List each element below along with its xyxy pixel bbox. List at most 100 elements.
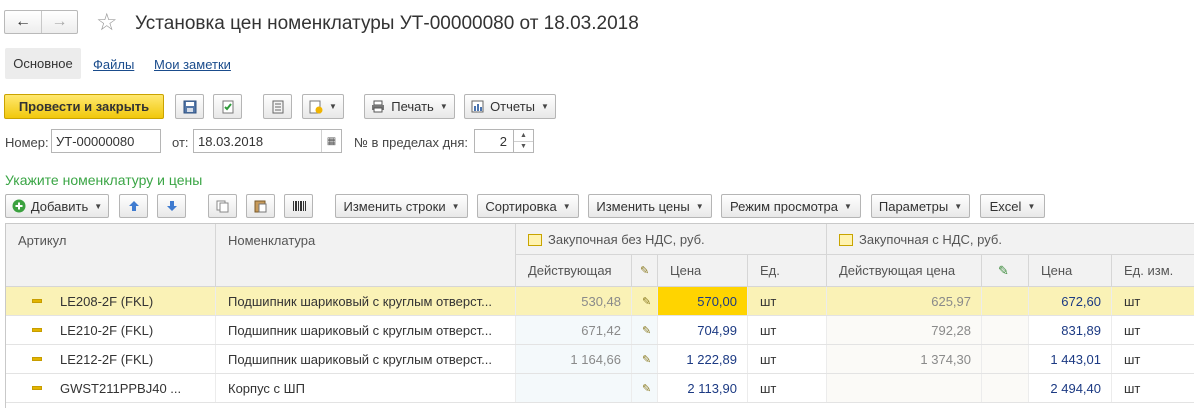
unit-cell[interactable]: шт [748, 316, 827, 344]
forward-button[interactable]: → [41, 11, 77, 33]
edit-mark-cell [982, 287, 1029, 315]
tab-main[interactable]: Основное [5, 48, 81, 79]
column-header-g1-price[interactable]: Цена [658, 255, 748, 287]
excel-button[interactable]: Excel ▼ [980, 194, 1045, 218]
price-cell[interactable]: 2 113,90 [658, 374, 748, 402]
column-header-nomenclature[interactable]: Номенклатура [216, 224, 516, 287]
current-price-vat-cell: 625,97 [827, 287, 982, 315]
current-price-cell: 1 164,66 [516, 345, 632, 373]
column-header-g2-price[interactable]: Цена [1029, 255, 1112, 287]
chevron-down-icon: ▼ [1027, 201, 1036, 211]
current-price-cell: 530,48 [516, 287, 632, 315]
nomenclature-cell[interactable]: Подшипник шариковый с круглым отверст... [216, 316, 516, 344]
nomenclature-cell[interactable]: Подшипник шариковый с круглым отверст... [216, 287, 516, 315]
table-row[interactable]: LE210-2F (FKL) Подшипник шариковый с кру… [6, 316, 1194, 345]
parameters-button[interactable]: Параметры ▼ [871, 194, 970, 218]
view-mode-label: Режим просмотра [730, 198, 839, 214]
column-header-g1-current[interactable]: Действующая [516, 255, 632, 287]
chevron-down-icon: ▼ [844, 201, 852, 211]
list-view-button[interactable] [263, 94, 292, 119]
number-field[interactable]: УТ-00000080 [51, 129, 161, 153]
back-button[interactable]: ← [5, 11, 41, 33]
price-vat-cell[interactable]: 1 443,01 [1029, 345, 1112, 373]
stepper-up-icon[interactable]: ▲ [514, 130, 533, 141]
date-field[interactable]: 18.03.2018 ▦ [193, 129, 342, 153]
page-title: Установка цен номенклатуры УТ-00000080 о… [135, 13, 639, 34]
add-button[interactable]: Добавить ▼ [5, 194, 109, 218]
column-header-g1-unit[interactable]: Ед. [748, 255, 827, 287]
day-index-stepper[interactable]: ▲ ▼ [514, 129, 534, 153]
change-rows-button[interactable]: Изменить строки ▼ [335, 194, 468, 218]
pencil-icon: ✎ [642, 324, 652, 337]
column-group-purchase-no-vat: Закупочная без НДС, руб. [516, 224, 827, 255]
parameters-label: Параметры [878, 198, 949, 214]
stepper-down-icon[interactable]: ▼ [514, 140, 533, 153]
post-button[interactable] [213, 94, 242, 119]
unit-cell[interactable]: шт [748, 287, 827, 315]
column-header-g2-unit[interactable]: Ед. изм. [1112, 255, 1194, 287]
column-header-g2-current[interactable]: Действующая цена [827, 255, 982, 287]
unit-cell[interactable]: шт [1112, 316, 1194, 344]
pencil-icon: ✎ [642, 382, 652, 395]
price-cell[interactable]: 570,00 [658, 287, 748, 315]
barcode-button[interactable] [284, 194, 313, 218]
current-price-vat-cell [827, 374, 982, 402]
unit-cell[interactable]: шт [748, 374, 827, 402]
create-based-on-button[interactable]: ▼ [302, 94, 344, 119]
copy-icon [216, 200, 229, 212]
edit-mark-cell: ✎ [632, 345, 658, 373]
post-and-close-button[interactable]: Провести и закрыть [4, 94, 164, 119]
date-value: 18.03.2018 [198, 133, 264, 149]
article-cell[interactable]: LE212-2F (FKL) [6, 345, 216, 373]
price-vat-cell[interactable]: 672,60 [1029, 287, 1112, 315]
save-button[interactable] [175, 94, 204, 119]
article-cell[interactable]: LE208-2F (FKL) [6, 287, 216, 315]
nomenclature-cell[interactable]: Корпус с ШП [216, 374, 516, 402]
tab-notes[interactable]: Мои заметки [154, 57, 231, 72]
view-mode-button[interactable]: Режим просмотра ▼ [721, 194, 861, 218]
sorting-button[interactable]: Сортировка ▼ [477, 194, 579, 218]
calendar-icon[interactable]: ▦ [321, 130, 341, 152]
edit-mark-cell [982, 316, 1029, 344]
price-vat-cell[interactable]: 2 494,40 [1029, 374, 1112, 402]
move-up-button[interactable] [119, 194, 148, 218]
price-cell[interactable]: 704,99 [658, 316, 748, 344]
table-row[interactable]: GWST211PPBJ40 ... Корпус с ШП ✎ 2 113,90… [6, 374, 1194, 403]
chevron-down-icon: ▼ [329, 102, 337, 111]
favorite-star-icon[interactable]: ☆ [96, 10, 118, 36]
chevron-down-icon: ▼ [451, 201, 460, 211]
reports-label: Отчеты [490, 99, 535, 114]
navigation-buttons: ← → [4, 10, 78, 34]
article-cell[interactable]: LE210-2F (FKL) [6, 316, 216, 344]
change-prices-button[interactable]: Изменить цены ▼ [588, 194, 712, 218]
row-marker-icon [32, 386, 42, 390]
column-header-g1-edit: ✎ [632, 255, 658, 287]
price-cell[interactable]: 1 222,89 [658, 345, 748, 373]
table-row[interactable]: LE212-2F (FKL) Подшипник шариковый с кру… [6, 345, 1194, 374]
tab-files[interactable]: Файлы [93, 57, 134, 72]
chevron-down-icon: ▼ [695, 201, 704, 211]
row-marker-icon [32, 357, 42, 361]
unit-cell[interactable]: шт [1112, 345, 1194, 373]
print-button[interactable]: Печать ▼ [364, 94, 455, 119]
price-vat-cell[interactable]: 831,89 [1029, 316, 1112, 344]
edit-mark-cell: ✎ [632, 316, 658, 344]
section-title: Укажите номенклатуру и цены [5, 172, 203, 188]
unit-cell[interactable]: шт [1112, 287, 1194, 315]
article-cell[interactable]: GWST211PPBJ40 ... [6, 374, 216, 402]
copy-button[interactable] [208, 194, 237, 218]
pencil-icon: ✎ [642, 353, 652, 366]
unit-cell[interactable]: шт [748, 345, 827, 373]
nomenclature-cell[interactable]: Подшипник шариковый с круглым отверст... [216, 345, 516, 373]
unit-cell[interactable]: шт [1112, 374, 1194, 402]
move-down-button[interactable] [157, 194, 186, 218]
reports-button[interactable]: Отчеты ▼ [464, 94, 556, 119]
number-label: Номер: [5, 135, 49, 150]
table-row[interactable]: LE208-2F (FKL) Подшипник шариковый с кру… [6, 287, 1194, 316]
arrow-left-icon: ← [15, 13, 31, 30]
paste-button[interactable] [246, 194, 275, 218]
column-header-article[interactable]: Артикул [6, 224, 216, 287]
prices-table: Артикул Номенклатура Закупочная без НДС,… [5, 223, 1194, 408]
day-index-field[interactable]: 2 [474, 129, 514, 153]
list-icon [272, 100, 283, 113]
